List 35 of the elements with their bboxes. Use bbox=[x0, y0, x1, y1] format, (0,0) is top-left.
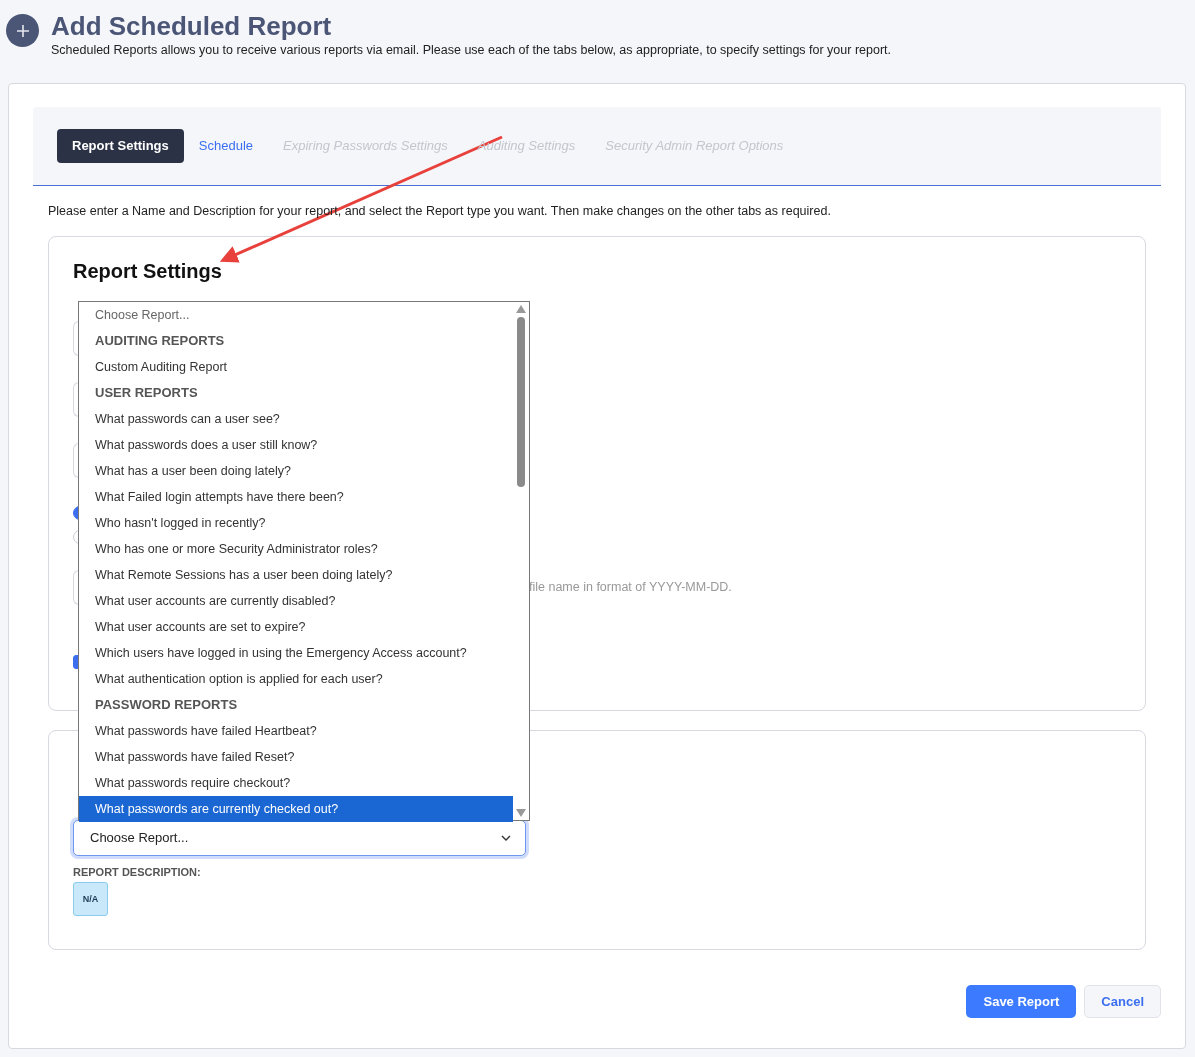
dropdown-option[interactable]: Choose Report... bbox=[79, 302, 513, 328]
chevron-down-icon bbox=[501, 834, 511, 841]
page-title: Add Scheduled Report bbox=[51, 12, 333, 40]
dropdown-option[interactable]: Who has one or more Security Administrator roles? bbox=[79, 536, 513, 562]
dropdown-option[interactable]: What passwords are currently checked out? bbox=[79, 796, 513, 822]
scroll-down-icon[interactable] bbox=[516, 809, 526, 817]
dropdown-option[interactable]: Which users have logged in using the Emergency Access account? bbox=[79, 640, 513, 666]
group-heading: USER REPORTS bbox=[94, 384, 199, 402]
dropdown-option[interactable]: What passwords can a user see? bbox=[79, 406, 513, 432]
dropdown-option[interactable]: Who hasn't logged in recently? bbox=[79, 510, 513, 536]
field-hint: file name in format of YYYY-MM-DD. bbox=[529, 578, 732, 596]
dropdown-option[interactable]: What passwords have failed Heartbeat? bbox=[79, 718, 513, 744]
dropdown-option[interactable]: What passwords require checkout? bbox=[79, 770, 513, 796]
save-button[interactable]: Save Report bbox=[966, 984, 1077, 1018]
dropdown-option[interactable]: What passwords have failed Reset? bbox=[79, 744, 513, 770]
scroll-thumb[interactable] bbox=[517, 317, 525, 487]
scroll-up-icon[interactable] bbox=[516, 305, 526, 313]
dropdown-option[interactable]: What authentication option is applied for each user? bbox=[79, 666, 513, 692]
dropdown-option[interactable]: What has a user been doing lately? bbox=[79, 458, 513, 484]
add-icon bbox=[6, 14, 39, 47]
description-label: REPORT DESCRIPTION: bbox=[73, 864, 202, 880]
description-value: N/A bbox=[73, 882, 108, 917]
dropdown-option[interactable]: What user accounts are currently disabled? bbox=[79, 588, 513, 614]
dropdown-option[interactable]: What Failed login attempts have there been? bbox=[79, 484, 513, 510]
dropdown-option[interactable]: Custom Auditing Report bbox=[79, 354, 513, 380]
cancel-button[interactable]: Cancel bbox=[1084, 984, 1161, 1018]
group-heading: PASSWORD REPORTS bbox=[94, 696, 239, 714]
dropdown-option[interactable]: What Remote Sessions has a user been doing lately? bbox=[79, 562, 513, 588]
group-heading: AUDITING REPORTS bbox=[94, 332, 226, 350]
tab[interactable]: Report Settings bbox=[57, 129, 184, 163]
tab[interactable]: Schedule bbox=[183, 129, 268, 163]
page-subtitle: Scheduled Reports allows you to receive various reports via email. Please use each of the tabs below, as appropriate, to specify settings for your report. bbox=[51, 42, 892, 59]
dropdown-option[interactable]: What passwords does a user still know? bbox=[79, 432, 513, 458]
card-title: Report Settings bbox=[73, 258, 223, 284]
dropdown-option[interactable]: What user accounts are set to expire? bbox=[79, 614, 513, 640]
